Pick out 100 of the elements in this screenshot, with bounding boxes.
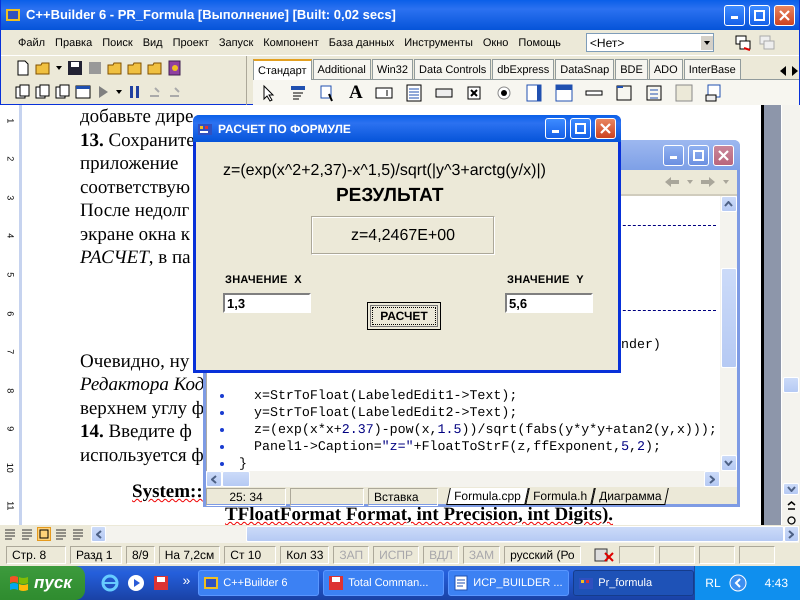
file-tab[interactable]: Formula.h	[524, 488, 595, 505]
selector-dropdown[interactable]: <Нет>	[586, 33, 714, 52]
taskbar-button[interactable]: Pr_formula	[573, 570, 694, 596]
horizontal-scrollbar[interactable]	[206, 471, 737, 487]
menu-item[interactable]: Помощь	[513, 32, 566, 52]
window-icon[interactable]	[75, 84, 91, 100]
web-view-icon[interactable]	[20, 527, 34, 541]
ruler-number: 4	[4, 234, 16, 239]
maximize-button[interactable]	[570, 118, 591, 139]
palette-tab[interactable]: DataSnap	[555, 59, 614, 79]
groupbox-icon[interactable]	[614, 84, 633, 102]
scroll-thumb[interactable]	[246, 526, 784, 542]
menu-item[interactable]: Вид	[138, 32, 168, 52]
maximize-button[interactable]	[688, 144, 709, 166]
minimize-button[interactable]	[545, 118, 566, 139]
value-field[interactable]: 1,3	[223, 292, 311, 312]
palette-tab[interactable]: Data Controls	[414, 59, 492, 79]
palette-tab[interactable]: Стандарт	[253, 59, 312, 80]
palette-tab[interactable]: dbExpress	[492, 59, 554, 79]
palette-tab[interactable]: Win32	[372, 59, 414, 79]
scroll-down-button[interactable]	[720, 455, 736, 471]
normal-view-icon[interactable]	[3, 527, 17, 541]
action-list-icon[interactable]	[704, 84, 723, 102]
folder-icon[interactable]	[147, 60, 163, 76]
vertical-scrollbar[interactable]	[782, 105, 800, 525]
play-icon[interactable]	[126, 574, 144, 592]
file-tab[interactable]: Formula.cpp	[446, 488, 528, 505]
windows-icon[interactable]	[734, 34, 752, 52]
minimize-button[interactable]	[724, 4, 745, 26]
menu-item[interactable]: Компонент	[258, 32, 324, 52]
panel-icon[interactable]	[674, 84, 693, 102]
menu-item[interactable]: Файл	[13, 32, 50, 52]
start-button[interactable]: пуск	[0, 566, 84, 600]
previous-page-icon[interactable]	[786, 501, 796, 510]
book-icon[interactable]	[167, 60, 183, 76]
scroll-thumb[interactable]	[222, 471, 250, 487]
minimize-button[interactable]	[663, 144, 684, 166]
memo-icon[interactable]	[404, 84, 423, 102]
folder-icon[interactable]	[127, 60, 143, 76]
menu-item[interactable]: Окно	[478, 32, 514, 52]
layout-view-icon[interactable]	[37, 527, 51, 541]
ruler-number: 1	[4, 118, 16, 123]
palette-tab[interactable]: ADO	[648, 59, 683, 79]
scroll-down-button[interactable]	[783, 483, 799, 495]
menu-icon[interactable]	[289, 84, 307, 102]
scroll-thumb[interactable]	[783, 377, 799, 394]
outline-view-icon[interactable]	[54, 527, 68, 541]
document-text-line: экране окна к	[80, 222, 190, 246]
maximize-button[interactable]	[749, 4, 770, 26]
taskbar-button[interactable]: C++Builder 6	[198, 570, 320, 596]
listbox-icon[interactable]	[524, 84, 543, 102]
save-icon[interactable]	[67, 60, 83, 76]
close-button[interactable]	[774, 4, 795, 26]
execution-point-dot	[220, 462, 224, 466]
value-field[interactable]: 5,6	[505, 292, 593, 312]
radio-icon[interactable]	[494, 84, 513, 102]
palette-tab[interactable]: BDE	[615, 59, 648, 79]
execution-point-dot	[220, 394, 224, 398]
vertical-scrollbar[interactable]	[720, 196, 737, 471]
combobox-icon[interactable]	[554, 84, 573, 102]
palette-tab[interactable]: Additional	[312, 59, 371, 79]
scroll-up-button[interactable]	[720, 196, 736, 212]
right-arrow-icon[interactable]	[791, 66, 799, 76]
file-tab[interactable]: Диаграмма	[590, 488, 669, 505]
browser-e-icon[interactable]	[100, 574, 118, 592]
menu-item[interactable]: Запуск	[214, 32, 258, 52]
new-file-icon[interactable]	[15, 60, 31, 76]
scroll-thumb[interactable]	[720, 268, 736, 368]
menu-item[interactable]: Правка	[50, 32, 98, 52]
menu-item[interactable]: Проект	[168, 32, 214, 52]
taskbar-button[interactable]: Total Comman...	[323, 570, 444, 596]
scroll-left-button[interactable]	[91, 526, 106, 542]
scroll-left-button[interactable]	[206, 471, 222, 487]
windows-icon[interactable]	[55, 84, 71, 100]
close-button[interactable]	[595, 118, 616, 139]
menu-item[interactable]: Инструменты	[399, 32, 478, 52]
ruler-number: 5	[4, 272, 16, 278]
close-button[interactable]	[713, 144, 734, 166]
label-tool[interactable]: A	[349, 84, 363, 102]
horizontal-scrollbar[interactable]	[91, 526, 799, 542]
scroll-right-button[interactable]	[704, 471, 720, 487]
checkbox-icon[interactable]	[464, 84, 483, 102]
windows-icon[interactable]	[35, 84, 51, 100]
left-arrow-icon[interactable]	[779, 66, 787, 76]
select-browse-icon[interactable]	[786, 516, 796, 525]
more-button[interactable]: »	[182, 570, 190, 590]
palette-tab[interactable]: InterBase	[684, 59, 741, 79]
taskbar-button[interactable]: ИСР_BUILDER ...	[448, 570, 570, 596]
scroll-right-button[interactable]	[784, 526, 799, 542]
open-folder-icon[interactable]	[35, 60, 51, 76]
pages-icon[interactable]	[15, 84, 31, 100]
window-title: РАСЧЕТ ПО ФОРМУЛЕ	[218, 120, 351, 138]
folder-icon[interactable]	[107, 60, 123, 76]
menu-item[interactable]: База данных	[324, 32, 400, 52]
radiogroup-icon[interactable]	[644, 84, 663, 102]
reading-view-icon[interactable]	[71, 527, 85, 541]
insert-mode: Вставка	[368, 488, 438, 506]
caret-icon	[700, 36, 713, 50]
menu-item[interactable]: Поиск	[97, 32, 138, 52]
calculate-button[interactable]: РАСЧЕТ	[367, 302, 441, 330]
